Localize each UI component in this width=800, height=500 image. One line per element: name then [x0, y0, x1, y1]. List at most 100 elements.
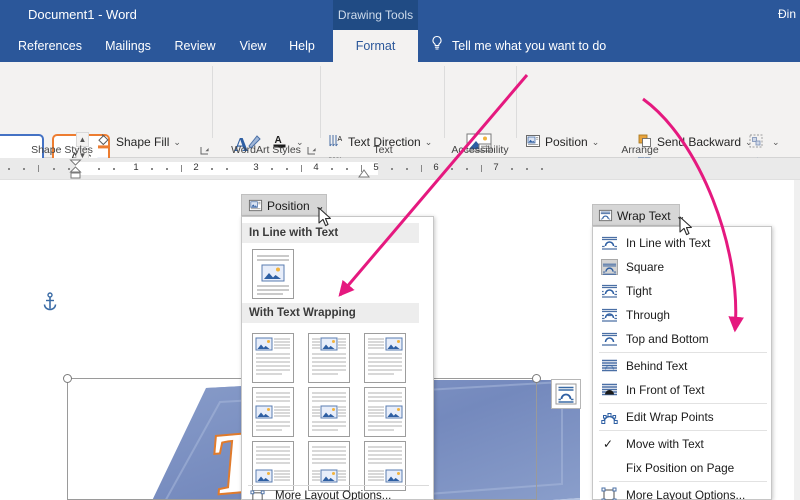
group-separator: [516, 66, 517, 138]
menu-item-label: Fix Position on Page: [626, 461, 735, 475]
ruler-number: 1: [133, 162, 139, 173]
tab-review[interactable]: Review: [166, 30, 224, 62]
wrap-through-icon: [601, 307, 618, 323]
position-more-layout-options[interactable]: More Layout Options...: [242, 487, 435, 500]
wrap-menu-divider: [599, 352, 767, 353]
tab-references[interactable]: References: [12, 30, 88, 62]
button-label: Shape Fill: [116, 135, 170, 149]
menu-item-label: Move with Text: [626, 437, 704, 451]
menu-item-label: Square: [626, 260, 665, 274]
shape-styles-dialog-launcher[interactable]: [200, 145, 210, 155]
position-thumb-top-center[interactable]: [308, 333, 350, 383]
group-label-accessibility: Accessibility: [451, 144, 509, 156]
horizontal-ruler[interactable]: 1 2 3 4 5 6 7: [0, 158, 800, 180]
position-thumb-bottom-center[interactable]: [308, 441, 350, 491]
vertical-scrollbar[interactable]: [794, 180, 800, 500]
wrap-inline-icon: [601, 235, 618, 251]
selection-handle-top-right[interactable]: [532, 374, 541, 383]
wrap-menu-divider: [599, 481, 767, 482]
wrap-menu-item-in-front-of-text[interactable]: In Front of Text: [593, 378, 773, 402]
group-label-arrange: Arrange: [621, 144, 659, 156]
menu-item-label: Top and Bottom: [626, 332, 709, 346]
chevron-down-icon[interactable]: ⌄: [173, 137, 181, 147]
position-section-header-wrapping: With Text Wrapping: [242, 303, 419, 323]
position-thumb-middle-center[interactable]: [308, 387, 350, 437]
checkmark-icon: ✓: [603, 437, 614, 451]
wrap-menu-divider: [599, 430, 767, 431]
group-separator: [444, 66, 445, 138]
tab-mailings[interactable]: Mailings: [96, 30, 160, 62]
wrap-menu-item-move-with-text[interactable]: ✓ Move with Text: [593, 432, 773, 456]
button-label: Position: [545, 135, 588, 149]
tab-help[interactable]: Help: [280, 30, 324, 62]
ruler-number: 2: [193, 162, 199, 173]
position-ribbon-button[interactable]: Position ⌄: [525, 132, 599, 152]
tell-me-label: Tell me what you want to do: [452, 39, 607, 53]
position-thumb-bottom-left[interactable]: [252, 441, 294, 491]
ruler-number: 7: [493, 162, 499, 173]
wrap-top-bottom-icon: [601, 331, 618, 347]
wrap-menu-item-more-layout-options[interactable]: More Layout Options...: [593, 483, 773, 500]
wrap-text-dropdown-trigger-label: Wrap Text ⌄: [598, 208, 686, 226]
menu-item-label: Tight: [626, 284, 652, 298]
more-layout-options-icon: [601, 487, 618, 500]
ribbon-body: Abc ▲ ▼ ▤ Shape Fill⌄ Shape Outline⌄ Sha…: [0, 62, 800, 195]
layout-options-button[interactable]: [551, 379, 581, 409]
anchor-icon: [42, 292, 58, 315]
position-thumb-top-left[interactable]: [252, 333, 294, 383]
ruler-number: 4: [313, 162, 319, 173]
lightbulb-icon: [430, 31, 446, 63]
wrap-menu-item-edit-wrap-points[interactable]: Edit Wrap Points: [593, 405, 773, 429]
tab-label: View: [239, 39, 267, 53]
tab-label: Review: [174, 39, 216, 53]
wrap-text-dropdown-menu[interactable]: In Line with Text Square Tight Through T…: [592, 226, 772, 500]
menu-item-label: More Layout Options...: [626, 488, 746, 500]
document-title: Document1 - Word: [28, 7, 137, 22]
tab-label: References: [18, 39, 82, 53]
wrap-front-icon: [601, 382, 618, 398]
tab-label: Help: [289, 39, 315, 53]
ruler-number: 3: [253, 162, 259, 173]
selection-handle-top-left[interactable]: [63, 374, 72, 383]
menu-item-label: Behind Text: [626, 359, 688, 373]
group-label-wordart-styles: WordArt Styles: [231, 144, 301, 156]
tell-me-search[interactable]: Tell me what you want to do: [430, 30, 606, 62]
button-label: Position: [267, 199, 310, 213]
position-thumb-top-right[interactable]: [364, 333, 406, 383]
menu-item-label: Through: [626, 308, 670, 322]
position-thumb-middle-right[interactable]: [364, 387, 406, 437]
wrap-menu-item-fix-position-on-page[interactable]: Fix Position on Page: [593, 456, 773, 480]
button-label: Wrap Text: [617, 209, 671, 223]
menu-item-label: More Layout Options...: [275, 490, 392, 500]
mouse-cursor-position: [318, 207, 332, 228]
position-thumb-bottom-right[interactable]: [364, 441, 406, 491]
position-icon: [525, 133, 541, 149]
wrap-menu-item-top-and-bottom[interactable]: Top and Bottom: [593, 327, 773, 351]
contextual-tab-group-label: Drawing Tools: [333, 0, 418, 30]
wrap-menu-item-behind-text[interactable]: Behind Text: [593, 354, 773, 378]
tab-label: Mailings: [105, 39, 151, 53]
position-menu-divider: [248, 485, 429, 486]
group-objects-button[interactable]: ⌄: [748, 132, 780, 152]
wrap-menu-item-tight[interactable]: Tight: [593, 279, 773, 303]
wrap-tight-icon: [601, 283, 618, 299]
wrap-behind-icon: [601, 358, 618, 374]
chevron-down-icon[interactable]: ⌄: [772, 137, 780, 147]
wrap-text-icon: [598, 208, 613, 226]
position-thumb-inline[interactable]: [252, 249, 294, 299]
tab-view[interactable]: View: [230, 30, 276, 62]
menu-item-label: In Front of Text: [626, 383, 705, 397]
wrap-square-icon: [601, 259, 618, 275]
group-label-shape-styles: Shape Styles: [31, 144, 93, 156]
tab-format[interactable]: Format: [333, 30, 418, 62]
position-dropdown-trigger-label: Position ⌄: [248, 198, 325, 216]
tab-label: Format: [355, 39, 396, 53]
wrap-menu-item-through[interactable]: Through: [593, 303, 773, 327]
wrap-menu-item-square[interactable]: Square: [593, 255, 773, 279]
position-thumb-middle-left[interactable]: [252, 387, 294, 437]
account-name: Đin: [777, 7, 796, 21]
position-dropdown-panel[interactable]: In Line with Text With Text Wrapping Mor…: [241, 216, 434, 500]
wordart-styles-dialog-launcher[interactable]: [307, 145, 317, 155]
mouse-cursor-wrap-text: [679, 216, 693, 237]
title-bar: Document1 - Word Drawing Tools Đin: [0, 0, 800, 30]
